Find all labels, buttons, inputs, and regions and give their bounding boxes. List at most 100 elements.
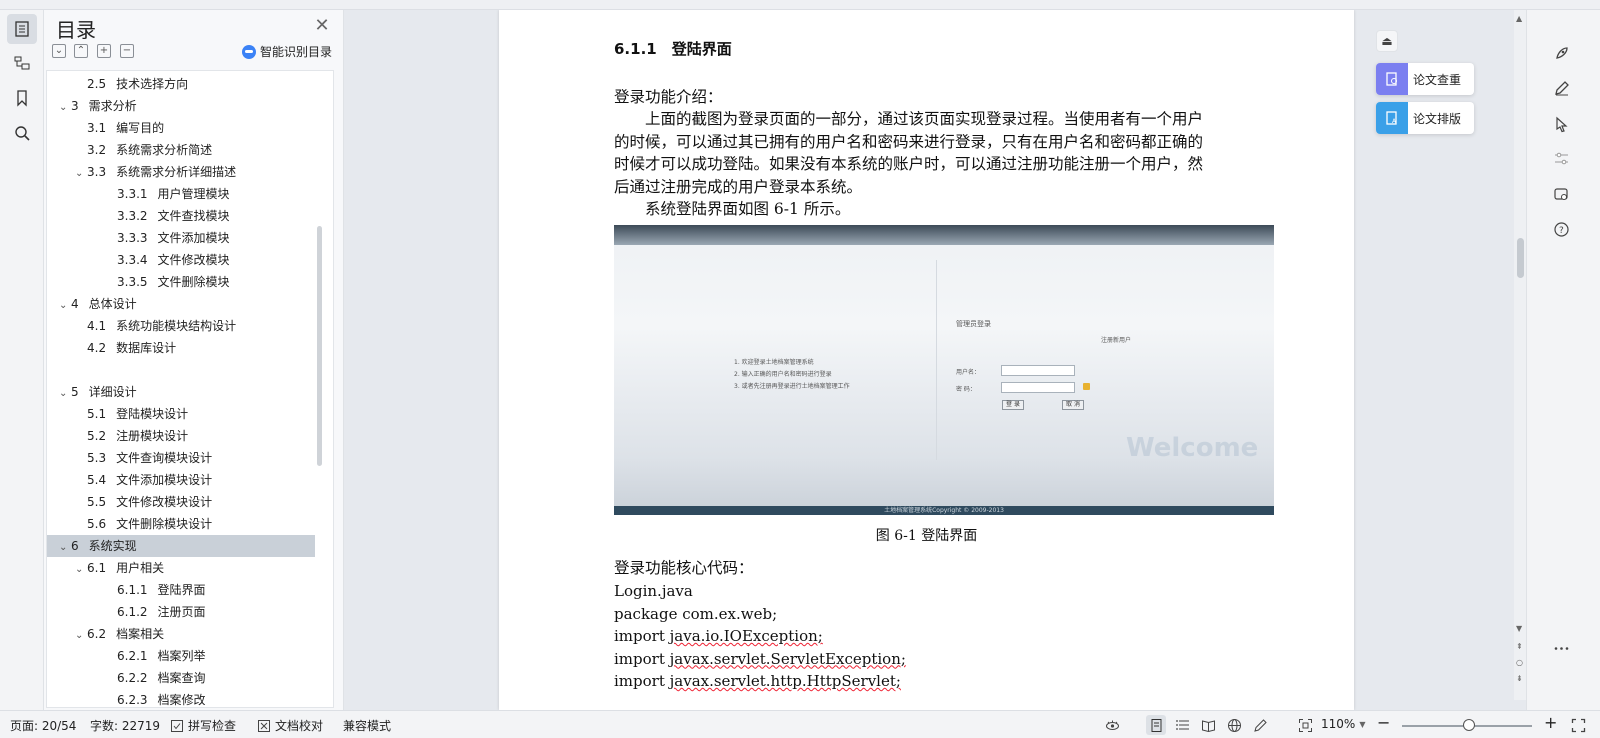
zoom-out-icon[interactable]: − [1377, 713, 1390, 732]
code-line-3: import java.io.IOException; [614, 625, 823, 648]
web-view-icon[interactable] [1224, 715, 1244, 735]
outline-item [47, 359, 315, 381]
outline-item[interactable]: 6.2.2 档案查询 [47, 667, 315, 689]
outline-item-number: 6.1.2 [117, 605, 148, 619]
checkbox-icon [171, 719, 183, 732]
outline-item[interactable]: 3.3.5 文件删除模块 [47, 271, 315, 293]
outline-item[interactable]: 6.1.2 注册页面 [47, 601, 315, 623]
eye-protect-icon[interactable] [1102, 715, 1122, 735]
chevron-down-icon[interactable]: ⌄ [75, 559, 87, 581]
outline-item[interactable]: ⌄ 3 需求分析 [47, 95, 315, 117]
folder-tree-icon [14, 56, 30, 70]
help-icon[interactable]: ? [1551, 219, 1571, 239]
intro-line-2: 的时候，可以通过其已拥有的用户名和密码来进行登录，只有在用户名和密码都正确的 [614, 132, 1204, 151]
document-page[interactable]: 6.1.1 登陆界面 登录功能介绍： 上面的截图为登录页面的一部分，通过该页面实… [499, 10, 1354, 710]
word-count[interactable]: 字数: 22719 [90, 717, 160, 734]
proofread-button[interactable]: 文档校对 [257, 717, 323, 734]
vertical-scrollbar[interactable]: ▲ ▼ ⇞ ○ ⇟ [1514, 10, 1526, 700]
outline-item[interactable]: 3.3.2 文件查找模块 [47, 205, 315, 227]
chapter-nav-button[interactable] [7, 48, 37, 78]
sliders-icon[interactable] [1551, 148, 1571, 168]
outline-item-number: 5.5 [87, 495, 107, 509]
outline-item[interactable]: 5.1 登陆模块设计 [47, 403, 315, 425]
outline-item-label: 档案查询 [157, 671, 206, 685]
collapse-plugins-button[interactable]: ⏏ [1376, 30, 1398, 52]
zoom-in-icon[interactable]: + [1544, 713, 1557, 732]
scrollbar-thumb[interactable] [1517, 238, 1524, 278]
chevron-down-icon[interactable]: ⌄ [59, 383, 71, 405]
chevron-down-icon[interactable]: ⌄ [59, 97, 71, 119]
prev-page-icon[interactable]: ⇞ [1516, 642, 1523, 651]
outline-item-label: 登陆界面 [157, 583, 206, 597]
outline-item[interactable]: ⌄ 6.2 档案相关 [47, 623, 315, 645]
outline-view-icon[interactable] [1172, 715, 1192, 735]
zoom-level-dropdown[interactable]: 110% ▼ [1321, 717, 1365, 731]
outline-item[interactable]: 5.6 文件删除模块设计 [47, 513, 315, 535]
compat-mode-label[interactable]: 兼容模式 [343, 717, 391, 734]
outline-item[interactable]: 5.4 文件添加模块设计 [47, 469, 315, 491]
outline-item-number: 6.2.3 [117, 693, 148, 707]
page-indicator[interactable]: 页面: 20/54 [10, 717, 76, 734]
screenshot-tip-3: 3. 或者先注册再登录进行土地档案管理工作 [734, 383, 850, 390]
fit-page-icon[interactable] [1295, 715, 1315, 735]
collapse-all-icon[interactable]: ⌄ [52, 44, 66, 58]
outline-item[interactable]: 6.2.3 档案修改 [47, 689, 315, 707]
lock-icon [1083, 383, 1090, 390]
expand-up-icon[interactable]: ⌃ [74, 44, 88, 58]
pointer-icon[interactable] [1551, 114, 1571, 134]
search-button[interactable] [7, 118, 37, 148]
outline-item[interactable]: 3.3.4 文件修改模块 [47, 249, 315, 271]
paper-check-button[interactable]: 论文查重 [1376, 63, 1474, 95]
paper-format-button[interactable]: A 论文排版 [1376, 102, 1474, 134]
select-browse-icon[interactable]: ○ [1516, 658, 1523, 667]
read-mode-icon[interactable] [1198, 715, 1218, 735]
chevron-down-icon[interactable]: ⌄ [59, 295, 71, 317]
image-settings-icon[interactable] [1551, 184, 1571, 204]
outline-item[interactable]: ⌄ 3.3 系统需求分析详细描述 [47, 161, 315, 183]
page-view-icon[interactable] [1146, 715, 1166, 735]
outline-scrollbar[interactable] [317, 226, 322, 466]
outline-item[interactable]: 4.2 数据库设计 [47, 337, 315, 359]
next-page-icon[interactable]: ⇟ [1516, 674, 1523, 683]
outline-item[interactable]: 3.2 系统需求分析简述 [47, 139, 315, 161]
add-level-icon[interactable]: + [97, 44, 111, 58]
outline-item[interactable]: 5.2 注册模块设计 [47, 425, 315, 447]
scroll-down-icon[interactable]: ▼ [1516, 624, 1522, 633]
outline-toggle-button[interactable] [7, 14, 37, 44]
fullscreen-icon[interactable] [1568, 715, 1588, 735]
outline-item[interactable]: ⌄ 4 总体设计 [47, 293, 315, 315]
document-area: 6.1.1 登陆界面 登录功能介绍： 上面的截图为登录页面的一部分，通过该页面实… [344, 10, 1514, 710]
bookmark-button[interactable] [7, 83, 37, 113]
remove-level-icon[interactable]: − [120, 44, 134, 58]
chevron-down-icon[interactable]: ⌄ [75, 163, 87, 185]
outline-item[interactable]: 6.1.1 登陆界面 [47, 579, 315, 601]
outline-item[interactable]: 5.3 文件查询模块设计 [47, 447, 315, 469]
outline-item[interactable]: 2.5 技术选择方向 [47, 73, 315, 95]
smart-outline-label: 智能识别目录 [260, 45, 333, 59]
pen-icon[interactable] [1551, 78, 1571, 98]
close-icon[interactable]: ✕ [312, 16, 332, 36]
outline-item[interactable]: ⌄ 6 系统实现 [47, 535, 315, 557]
outline-item[interactable]: 6.2.1 档案列举 [47, 645, 315, 667]
write-mode-icon[interactable] [1250, 715, 1270, 735]
rocket-icon[interactable] [1551, 43, 1571, 63]
scroll-up-icon[interactable]: ▲ [1516, 14, 1522, 23]
intro-line-4: 后通过注册完成的用户登录本系统。 [614, 177, 863, 196]
outline-item[interactable]: ⌄ 6.1 用户相关 [47, 557, 315, 579]
smart-outline-button[interactable]: 智能识别目录 [242, 43, 332, 60]
outline-item[interactable]: 5.5 文件修改模块设计 [47, 491, 315, 513]
outline-item-number: 3.3.1 [117, 187, 148, 201]
outline-item-label: 系统需求分析简述 [116, 143, 213, 157]
outline-item[interactable]: ⌄ 5 详细设计 [47, 381, 315, 403]
bookmark-icon [17, 90, 27, 107]
zoom-slider-knob[interactable] [1463, 719, 1475, 731]
spell-check-button[interactable]: 拼写检查 [170, 717, 236, 734]
chevron-down-icon[interactable]: ⌄ [75, 625, 87, 647]
chevron-down-icon[interactable]: ⌄ [59, 537, 71, 559]
outline-item[interactable]: 3.3.3 文件添加模块 [47, 227, 315, 249]
outline-item[interactable]: 4.1 系统功能模块结构设计 [47, 315, 315, 337]
more-icon[interactable] [1551, 638, 1571, 658]
outline-item[interactable]: 3.1 编写目的 [47, 117, 315, 139]
outline-item[interactable]: 3.3.1 用户管理模块 [47, 183, 315, 205]
paper-check-icon [1376, 63, 1408, 95]
